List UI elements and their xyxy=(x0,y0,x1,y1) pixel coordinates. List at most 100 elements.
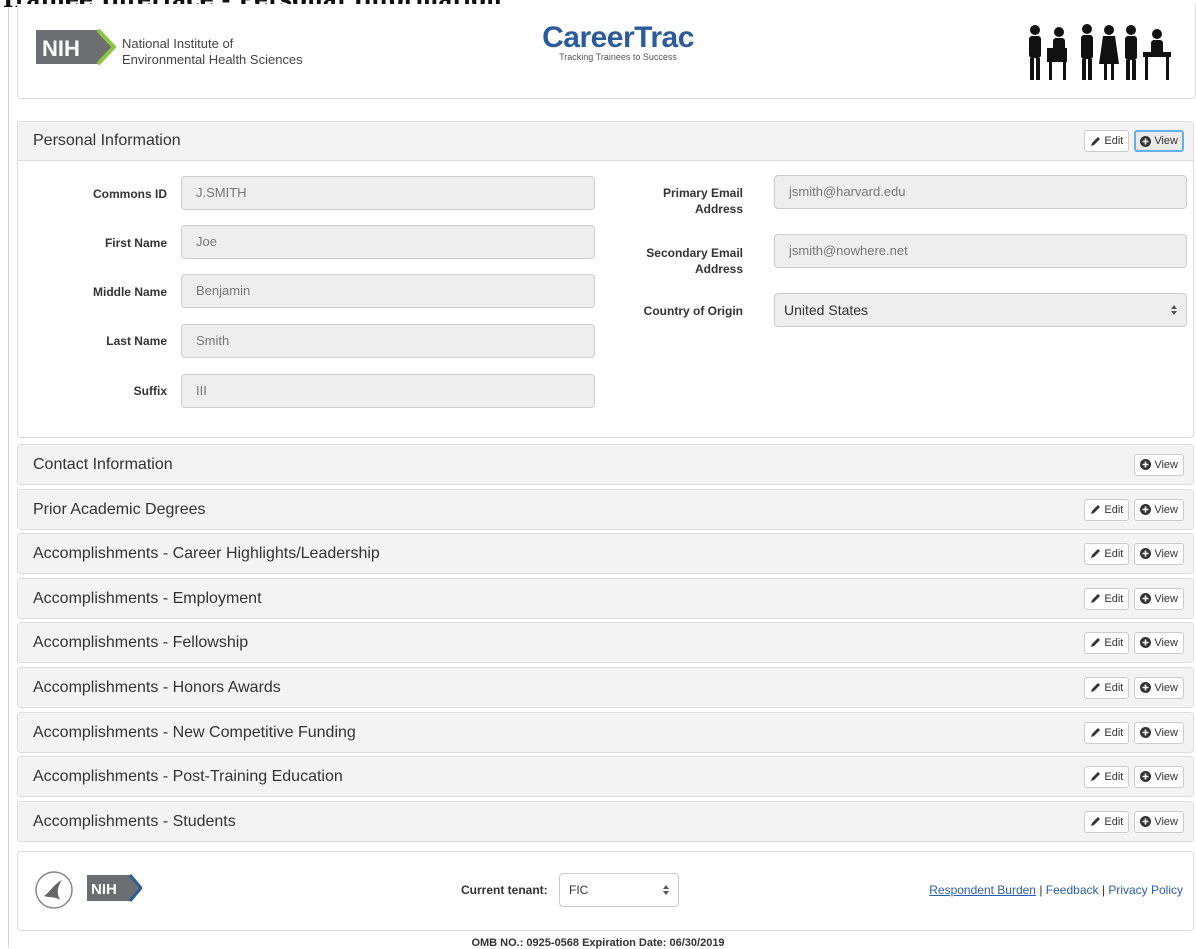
view-button[interactable]: View xyxy=(1134,498,1184,521)
panel-header[interactable]: Accomplishments - Students Edit View xyxy=(18,802,1193,841)
pencil-icon xyxy=(1091,728,1101,737)
last-name-input[interactable]: Smith xyxy=(181,324,595,358)
primary-email-label: Primary Email Address xyxy=(663,185,743,217)
panel-accomplishments-employment: Accomplishments - Employment Edit View xyxy=(17,578,1194,619)
panel-accomplishments-students: Accomplishments - Students Edit View xyxy=(17,801,1194,842)
country-label: Country of Origin xyxy=(643,304,743,318)
panel-header[interactable]: Accomplishments - New Competitive Fundin… xyxy=(18,713,1193,752)
pencil-icon xyxy=(1091,505,1101,514)
plus-circle-icon xyxy=(1140,135,1152,147)
panel-accomplishments-new-competitive-funding: Accomplishments - New Competitive Fundin… xyxy=(17,712,1194,753)
panel-header[interactable]: Contact Information View xyxy=(18,445,1193,484)
edit-button[interactable]: Edit xyxy=(1084,810,1130,833)
panel-title: Accomplishments - Students xyxy=(33,812,236,830)
org-name-line2: Environmental Health Sciences xyxy=(122,52,303,67)
view-button[interactable]: View xyxy=(1134,542,1184,565)
edit-button[interactable]: Edit xyxy=(1084,542,1130,565)
edit-label: Edit xyxy=(1104,636,1124,649)
pencil-icon xyxy=(1091,683,1101,692)
respondent-burden-link[interactable]: Respondent Burden xyxy=(929,883,1036,897)
view-label: View xyxy=(1154,503,1178,516)
personal-form: Commons ID J.SMITH First Name Joe Middle… xyxy=(18,161,1193,437)
view-label: View xyxy=(1154,636,1178,649)
link-separator: | xyxy=(1039,883,1043,897)
careertrac-logo[interactable]: CareerTrac Tracking Trainees to Success xyxy=(518,22,718,63)
country-select[interactable]: United States xyxy=(774,293,1187,327)
view-button[interactable]: View xyxy=(1134,765,1184,788)
pencil-icon xyxy=(1091,772,1101,781)
edit-label: Edit xyxy=(1104,726,1124,739)
view-label: View xyxy=(1154,681,1178,694)
edit-label: Edit xyxy=(1104,547,1124,560)
plus-circle-icon xyxy=(1140,727,1152,738)
suffix-input[interactable]: III xyxy=(181,374,595,408)
edit-button[interactable]: Edit xyxy=(1084,130,1130,152)
view-button[interactable]: View xyxy=(1134,587,1184,610)
hhs-eagle-logo[interactable] xyxy=(34,870,74,910)
secondary-email-label: Secondary Email Address xyxy=(646,245,743,277)
view-button[interactable]: View xyxy=(1134,810,1184,833)
panel-header[interactable]: Accomplishments - Honors Awards Edit View xyxy=(18,668,1193,707)
privacy-policy-link[interactable]: Privacy Policy xyxy=(1108,883,1183,897)
edit-button[interactable]: Edit xyxy=(1084,721,1130,744)
link-separator: | xyxy=(1101,883,1105,897)
commons-id-input[interactable]: J.SMITH xyxy=(181,176,595,210)
panel-header[interactable]: Accomplishments - Fellowship Edit View xyxy=(18,623,1193,662)
edit-label: Edit xyxy=(1104,815,1124,828)
pencil-icon xyxy=(1091,594,1101,603)
panel-prior-academic-degrees: Prior Academic Degrees Edit View xyxy=(17,489,1194,530)
view-button[interactable]: View xyxy=(1134,130,1184,152)
edit-button[interactable]: Edit xyxy=(1084,765,1130,788)
edit-button[interactable]: Edit xyxy=(1084,587,1130,610)
panel-title: Contact Information xyxy=(33,455,173,473)
edit-label: Edit xyxy=(1104,592,1124,605)
nih-footer-logo[interactable]: NIH xyxy=(86,874,142,902)
org-name: National Institute of Environmental Heal… xyxy=(122,36,303,68)
panel-header[interactable]: Personal Information Edit View xyxy=(18,122,1193,161)
panel-header[interactable]: Accomplishments - Career Highlights/Lead… xyxy=(18,534,1193,573)
panel-header[interactable]: Accomplishments - Employment Edit View xyxy=(18,579,1193,618)
panel-header[interactable]: Accomplishments - Post-Training Educatio… xyxy=(18,757,1193,796)
first-name-input[interactable]: Joe xyxy=(181,225,595,259)
panel-contact-information: Contact Information View xyxy=(17,444,1194,485)
commons-id-label: Commons ID xyxy=(92,187,167,201)
view-label: View xyxy=(1154,592,1178,605)
view-button[interactable]: View xyxy=(1134,631,1184,654)
panel-header[interactable]: Prior Academic Degrees Edit View xyxy=(18,490,1193,529)
site-header: NIH National Institute of Environmental … xyxy=(17,4,1196,99)
site-footer: NIH Current tenant: FIC Respondent Burde… xyxy=(17,851,1194,931)
panel-title: Accomplishments - Fellowship xyxy=(33,633,249,651)
panel-title: Personal Information xyxy=(33,132,181,149)
secondary-email-input[interactable]: jsmith@nowhere.net xyxy=(774,234,1187,268)
middle-name-label: Middle Name xyxy=(92,285,167,299)
plus-circle-icon xyxy=(1140,504,1152,515)
pencil-icon xyxy=(1091,549,1101,558)
last-name-label: Last Name xyxy=(106,334,167,348)
panel-accomplishments-honors-awards: Accomplishments - Honors Awards Edit View xyxy=(17,667,1194,708)
first-name-label: First Name xyxy=(104,236,167,250)
feedback-link[interactable]: Feedback xyxy=(1046,883,1099,897)
edit-button[interactable]: Edit xyxy=(1084,498,1130,521)
panel-accomplishments-career-highlights-leadership: Accomplishments - Career Highlights/Lead… xyxy=(17,533,1194,574)
plus-circle-icon xyxy=(1140,682,1152,693)
nih-logo-text: NIH xyxy=(42,36,80,61)
edit-label: Edit xyxy=(1104,681,1124,694)
plus-circle-icon xyxy=(1140,637,1152,648)
edit-button[interactable]: Edit xyxy=(1084,676,1130,699)
nih-logo[interactable]: NIH xyxy=(34,28,116,66)
view-button[interactable]: View xyxy=(1134,453,1184,476)
edit-button[interactable]: Edit xyxy=(1084,631,1130,654)
view-button[interactable]: View xyxy=(1134,721,1184,744)
primary-email-label-line1: Primary Email xyxy=(662,186,743,200)
tenant-select[interactable]: FIC xyxy=(559,873,679,907)
nih-footer-logo-text: NIH xyxy=(91,881,117,898)
view-label: View xyxy=(1154,458,1178,471)
middle-name-input[interactable]: Benjamin xyxy=(181,274,595,308)
primary-email-input[interactable]: jsmith@harvard.edu xyxy=(774,175,1187,209)
primary-email-label-line2: Address xyxy=(694,202,743,216)
view-button[interactable]: View xyxy=(1134,676,1184,699)
country-select-value: United States xyxy=(784,302,869,318)
tenant-label: Current tenant: xyxy=(461,883,548,897)
view-label: View xyxy=(1154,815,1178,828)
panel-personal-information: Personal Information Edit View Commons I… xyxy=(17,121,1194,438)
